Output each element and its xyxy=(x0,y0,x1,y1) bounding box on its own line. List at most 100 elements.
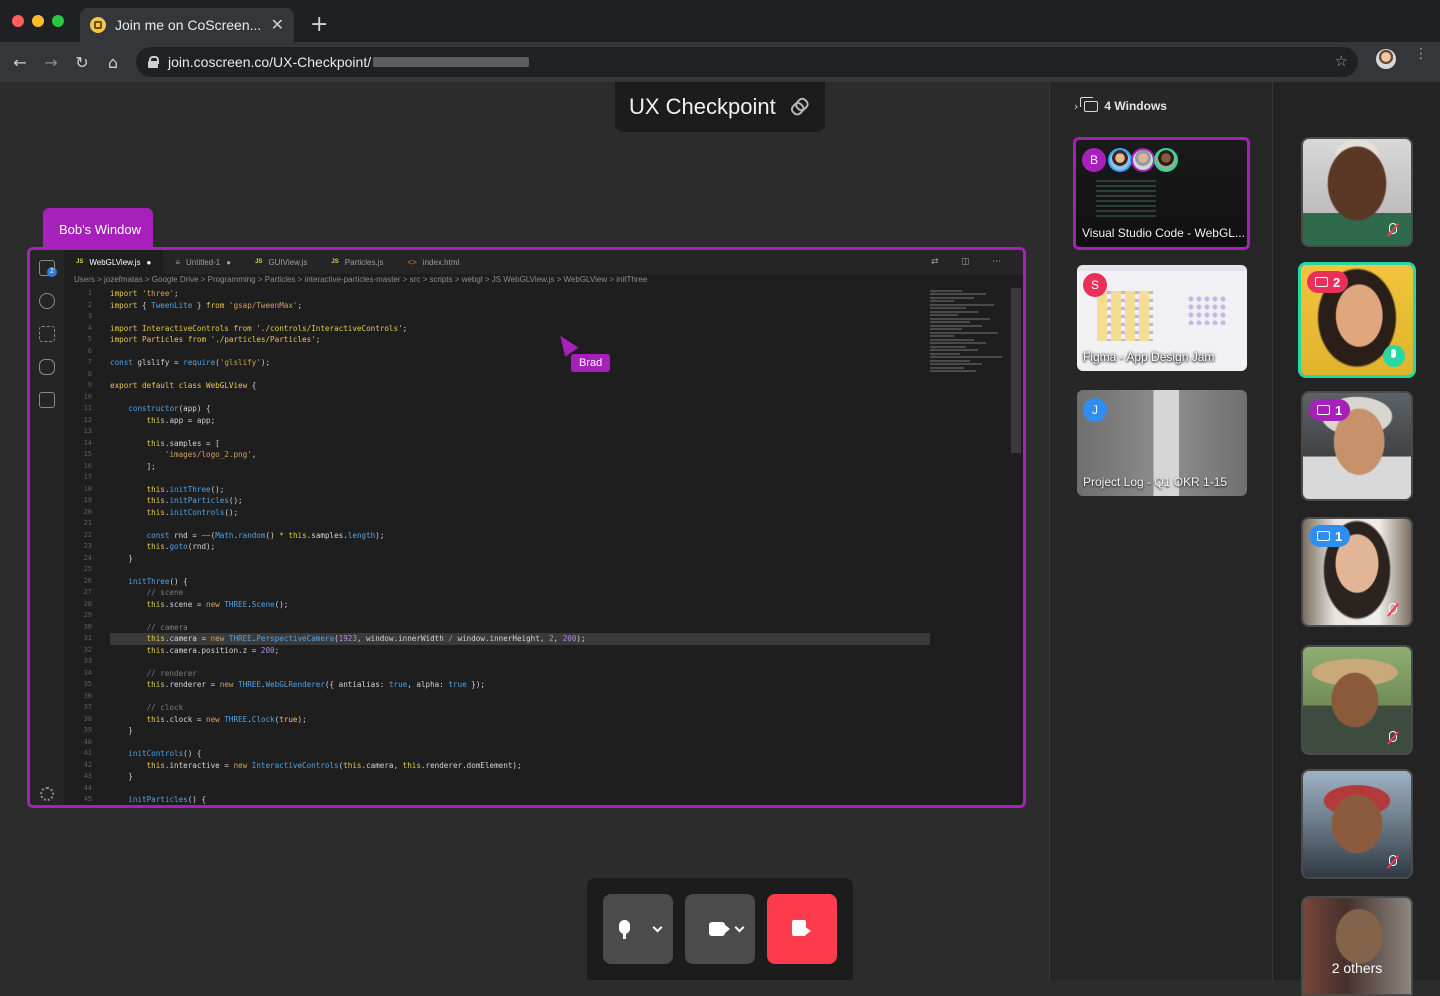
editor-tab-label: Untitled-1 xyxy=(186,257,221,267)
maximize-window-button[interactable] xyxy=(52,15,64,27)
coscreen-favicon-icon xyxy=(90,17,106,33)
viewer-avatar xyxy=(1131,148,1155,172)
unsaved-dot-icon: ● xyxy=(226,257,232,267)
shared-windows-count: 2 xyxy=(1333,274,1341,290)
shared-windows-count: 1 xyxy=(1335,528,1343,544)
sharing-badge: 2 xyxy=(1307,271,1349,293)
window-card-figma[interactable]: S Figma - App Design Jam xyxy=(1077,265,1247,371)
participant-tile[interactable]: 1 xyxy=(1301,391,1413,501)
extensions-icon[interactable] xyxy=(39,392,55,408)
bookmark-star-icon[interactable]: ☆ xyxy=(1335,52,1348,70)
editor-tab-label: index.html xyxy=(422,257,460,267)
owner-avatar: J xyxy=(1083,398,1107,422)
js-file-icon: JS xyxy=(76,259,84,265)
editor-tabs: JS WebGLView.js ● ≡ Untitled-1 ● JS GUIView.j… xyxy=(64,250,1023,274)
windows-panel: › 4 Windows B Visual Studio Code - WebGL… xyxy=(1049,82,1273,980)
search-icon[interactable] xyxy=(39,293,55,309)
microphone-button[interactable] xyxy=(603,894,673,964)
home-button[interactable]: ⌂ xyxy=(100,49,126,75)
tab-title: Join me on CoScreen... xyxy=(115,17,262,33)
chevron-down-icon[interactable] xyxy=(652,922,663,933)
redacted-url-segment xyxy=(373,57,530,67)
editor-scrollbar[interactable] xyxy=(1011,288,1021,453)
camera-button[interactable] xyxy=(685,894,755,964)
editor-tab[interactable]: ≡ Untitled-1 ● xyxy=(163,250,243,274)
source-control-icon[interactable] xyxy=(39,326,55,342)
forward-button[interactable]: → xyxy=(38,49,64,75)
reload-button[interactable]: ↻ xyxy=(69,49,95,75)
window-card-project-log[interactable]: J Project Log - Q1 OKR 1-15 xyxy=(1077,390,1247,496)
editor-tab[interactable]: JS Particles.js xyxy=(319,250,395,274)
window-card-label: Project Log - Q1 OKR 1-15 xyxy=(1083,475,1228,489)
participant-tile[interactable] xyxy=(1301,645,1413,755)
participant-tile[interactable] xyxy=(1301,769,1413,879)
back-button[interactable]: ← xyxy=(7,49,33,75)
minimize-window-button[interactable] xyxy=(32,15,44,27)
lock-icon xyxy=(148,56,159,68)
windows-panel-header[interactable]: › 4 Windows xyxy=(1074,96,1167,113)
mic-muted-icon xyxy=(1387,855,1397,869)
figma-canvas-thumbnail xyxy=(1187,295,1227,325)
code-editor[interactable]: import 'three'; import { TweenLite } fro… xyxy=(110,288,930,805)
mic-muted-icon xyxy=(1387,731,1397,745)
profile-avatar[interactable] xyxy=(1376,49,1396,69)
url-text: join.coscreen.co/UX-Checkpoint/ xyxy=(168,54,372,70)
participants-column: 2 1 1 2 others xyxy=(1273,82,1440,996)
editor-tab[interactable]: JS WebGLView.js ● xyxy=(64,250,164,274)
breadcrumb[interactable]: Users > jozefmatas > Google Drive > Prog… xyxy=(74,275,647,284)
leave-icon xyxy=(792,920,811,936)
camera-icon xyxy=(709,922,730,936)
mic-muted-icon xyxy=(1387,223,1397,237)
js-file-icon: JS xyxy=(255,259,263,265)
editor-tab-label: Particles.js xyxy=(344,257,384,267)
figma-canvas-thumbnail xyxy=(1097,291,1153,341)
browser-toolbar: ← → ↻ ⌂ join.coscreen.co/UX-Checkpoint/ … xyxy=(0,42,1440,82)
owner-avatar: B xyxy=(1082,148,1106,172)
minimap[interactable] xyxy=(930,288,1010,408)
window-card-label: Figma - App Design Jam xyxy=(1083,350,1215,364)
editor-tab[interactable]: <> index.html xyxy=(395,250,471,274)
sharing-badge: 1 xyxy=(1309,525,1351,547)
line-numbers: 1 2 3 4 5 6 7 8 9 10 11 12 13 14 15 16 1… xyxy=(83,289,92,803)
copy-link-icon[interactable] xyxy=(789,98,807,116)
address-bar[interactable]: join.coscreen.co/UX-Checkpoint/ ☆ xyxy=(136,47,1358,77)
activity-bar: 2 xyxy=(30,250,64,805)
others-count-label: 2 others xyxy=(1331,960,1383,976)
chevron-down-icon[interactable] xyxy=(734,922,745,933)
sharing-badge: 1 xyxy=(1309,399,1351,421)
browser-menu-icon[interactable]: ⋮ xyxy=(1414,47,1428,61)
windows-icon xyxy=(1315,277,1328,287)
window-thumbnail xyxy=(1077,265,1247,271)
window-thumbnail xyxy=(1096,180,1156,220)
text-file-icon: ≡ xyxy=(175,257,180,267)
viewer-avatar xyxy=(1154,148,1178,172)
close-window-button[interactable] xyxy=(12,15,24,27)
session-title: UX Checkpoint xyxy=(629,94,776,119)
mic-active-icon xyxy=(1383,345,1405,367)
participant-tile[interactable] xyxy=(1301,137,1413,247)
close-tab-icon[interactable]: ✕ xyxy=(271,15,284,35)
debug-icon[interactable] xyxy=(39,359,55,375)
unsaved-dot-icon: ● xyxy=(146,257,152,267)
editor-actions[interactable]: ⇄ ◫ ⋯ xyxy=(931,256,1011,267)
browser-tab[interactable]: Join me on CoScreen... ✕ xyxy=(80,8,294,42)
leave-call-button[interactable] xyxy=(767,894,837,964)
shared-windows-count: 1 xyxy=(1335,402,1343,418)
window-owner-tag: Bob's Window xyxy=(43,208,153,248)
settings-gear-icon[interactable] xyxy=(40,787,54,801)
new-tab-button[interactable]: + xyxy=(310,12,328,37)
windows-icon xyxy=(1080,96,1099,112)
microphone-icon xyxy=(619,920,630,939)
participant-tile[interactable]: 2 xyxy=(1298,262,1416,378)
others-tile[interactable]: 2 others xyxy=(1301,896,1413,996)
participant-tile[interactable]: 1 xyxy=(1301,517,1413,627)
editor-tab-label: GUIView.js xyxy=(268,257,308,267)
window-card-vscode[interactable]: B Visual Studio Code - WebGL... xyxy=(1073,137,1250,250)
shared-window-vscode[interactable]: 2 JS WebGLView.js ● ≡ Untitled-1 ● JS GUIView… xyxy=(27,247,1026,808)
session-title-bar: UX Checkpoint xyxy=(615,82,825,132)
window-controls xyxy=(12,15,64,27)
remote-cursor-label: Brad xyxy=(571,354,611,372)
js-file-icon: JS xyxy=(331,259,339,265)
editor-tab[interactable]: JS GUIView.js xyxy=(243,250,319,274)
html-file-icon: <> xyxy=(407,257,417,267)
